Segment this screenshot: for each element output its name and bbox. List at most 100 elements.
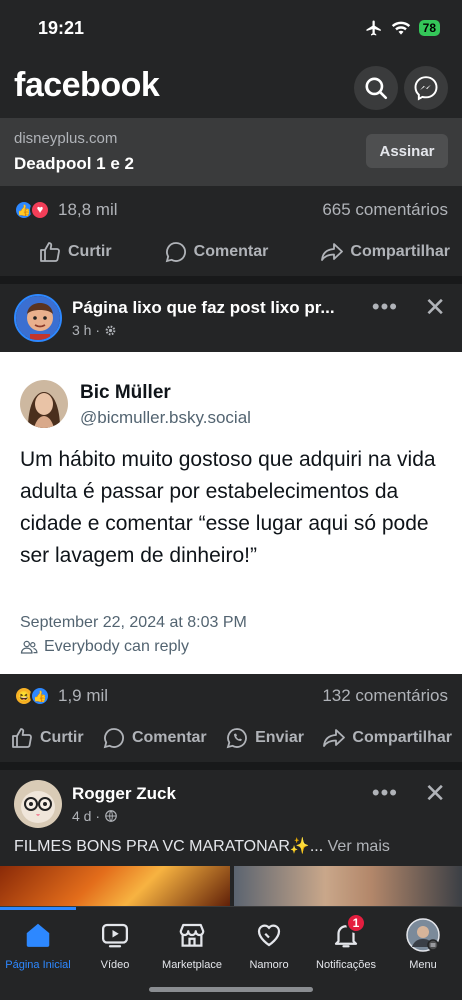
shared-post-card[interactable]: Bic Müller @bicmuller.bsky.social Um háb…	[0, 352, 462, 674]
status-time: 19:21	[38, 18, 85, 38]
heart-icon	[257, 924, 281, 947]
active-tab-indicator	[0, 907, 76, 910]
reaction-count: 18,8 mil	[58, 200, 118, 219]
tab-menu[interactable]: Menu	[383, 917, 462, 971]
reaction-icons: 👍 ♥	[14, 200, 50, 220]
share-icon	[323, 729, 346, 747]
tab-dating[interactable]: Namoro	[229, 917, 309, 971]
ad-domain: disneyplus.com	[14, 130, 118, 147]
post-caption: FILMES BONS PRA VC MARATONAR✨... Ver mai…	[14, 836, 390, 856]
post-meta: 3 h ·	[72, 322, 117, 338]
like-button[interactable]: Curtir	[10, 716, 84, 760]
post-image-2[interactable]	[234, 866, 462, 910]
comment-label: Comentar	[193, 243, 269, 260]
thumbs-up-icon	[12, 728, 32, 748]
bottom-tab-bar: Página Inicial Vídeo Marketplace Namoro …	[0, 906, 462, 1000]
post2-actions: Curtir Comentar Enviar Compartilhar	[0, 716, 462, 760]
post-date: September 22, 2024 at 8:03 PM	[20, 614, 247, 631]
share-icon	[321, 243, 344, 261]
ad-banner[interactable]: disneyplus.com Deadpool 1 e 2 Assinar	[0, 118, 462, 186]
tab-notifications[interactable]: 1 Notificações	[306, 913, 386, 971]
more-options-icon[interactable]: •••	[372, 294, 398, 320]
post-image-1[interactable]	[0, 866, 230, 910]
ad-title: Deadpool 1 e 2	[14, 154, 134, 173]
like-label: Curtir	[68, 243, 112, 260]
tab-label: Notificações	[316, 959, 376, 971]
post-time: 4 d ·	[72, 808, 101, 824]
tab-label: Página Inicial	[5, 959, 71, 971]
like-label: Curtir	[40, 729, 84, 746]
comment-count[interactable]: 665 comentários	[322, 200, 448, 220]
caption-text: FILMES BONS PRA VC MARATONAR✨...	[14, 838, 324, 855]
facebook-logo: facebook	[14, 66, 160, 104]
post3-header: Rogger Zuck 4 d · ••• ✕	[0, 770, 462, 836]
profile-avatar-icon	[406, 918, 440, 952]
share-button[interactable]: Compartilhar	[322, 716, 452, 760]
feed-separator	[0, 762, 462, 770]
share-label: Compartilhar	[350, 243, 450, 260]
author-handle: @bicmuller.bsky.social	[80, 408, 251, 427]
tab-label: Menu	[409, 959, 437, 971]
tab-home[interactable]: Página Inicial	[0, 917, 78, 971]
see-more-link[interactable]: Ver mais	[328, 838, 390, 855]
tab-video[interactable]: Vídeo	[75, 917, 155, 971]
like-button[interactable]: Curtir	[38, 230, 112, 274]
reply-setting-label: Everybody can reply	[44, 638, 189, 655]
comment-icon	[165, 242, 186, 263]
marketplace-icon	[179, 923, 205, 947]
app-header: facebook	[0, 58, 462, 118]
reaction-icons: 😆 👍	[14, 686, 50, 706]
status-icons: 78	[365, 19, 440, 37]
page-avatar[interactable]	[14, 294, 62, 342]
whatsapp-icon	[226, 728, 247, 749]
post2-reactions[interactable]: 😆 👍 1,9 mil 132 comentários	[0, 674, 462, 718]
comment-icon	[103, 728, 124, 749]
send-label: Enviar	[255, 729, 304, 746]
tab-label: Namoro	[249, 959, 289, 971]
wifi-icon	[391, 21, 410, 35]
subscribe-button[interactable]: Assinar	[366, 134, 448, 168]
author-name: Bic Müller	[80, 382, 171, 403]
comment-button[interactable]: Comentar	[102, 716, 207, 760]
love-reaction-icon: ♥	[30, 200, 50, 220]
feed-separator	[0, 276, 462, 284]
page-name[interactable]: Página lixo que faz post lixo pr...	[72, 298, 335, 318]
notification-badge: 1	[346, 913, 366, 933]
search-button[interactable]	[354, 66, 398, 110]
author-avatar	[20, 380, 68, 428]
messenger-button[interactable]	[404, 66, 448, 110]
battery-indicator: 78	[418, 20, 440, 36]
reaction-count: 1,9 mil	[58, 686, 109, 705]
thumbs-up-icon	[40, 242, 60, 262]
gear-icon	[105, 325, 116, 335]
post-time: 3 h ·	[72, 322, 101, 338]
post-meta: 4 d ·	[72, 808, 118, 824]
close-icon[interactable]: ✕	[424, 292, 446, 323]
send-button[interactable]: Enviar	[225, 716, 304, 760]
comment-button[interactable]: Comentar	[164, 230, 269, 274]
reply-setting: Everybody can reply	[20, 638, 189, 656]
close-icon[interactable]: ✕	[424, 778, 446, 809]
share-button[interactable]: Compartilhar	[320, 230, 450, 274]
user-avatar[interactable]	[14, 780, 62, 828]
globe-icon	[105, 810, 117, 822]
comment-label: Comentar	[131, 729, 207, 746]
home-indicator[interactable]	[149, 987, 313, 992]
tab-marketplace[interactable]: Marketplace	[152, 917, 232, 971]
more-options-icon[interactable]: •••	[372, 780, 398, 806]
tab-label: Marketplace	[162, 959, 222, 971]
search-icon	[365, 77, 388, 100]
user-name[interactable]: Rogger Zuck	[72, 784, 176, 804]
home-icon	[26, 923, 50, 947]
airplane-icon	[366, 20, 381, 36]
comment-count[interactable]: 132 comentários	[322, 686, 448, 706]
people-icon	[20, 640, 38, 654]
video-icon	[102, 923, 128, 948]
post-images[interactable]	[0, 866, 462, 910]
messenger-icon	[414, 76, 438, 101]
tab-label: Vídeo	[100, 959, 130, 971]
share-label: Compartilhar	[352, 729, 452, 746]
post1-reactions[interactable]: 👍 ♥ 18,8 mil 665 comentários	[0, 188, 462, 232]
like-reaction-icon: 👍	[30, 686, 50, 706]
status-bar: 19:21 78	[0, 0, 462, 58]
